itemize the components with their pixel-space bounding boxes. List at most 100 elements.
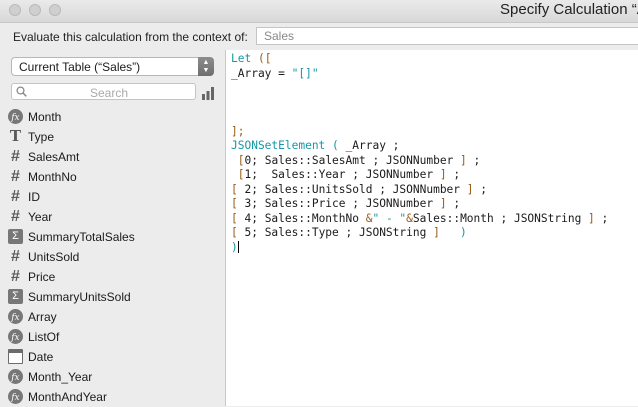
code-token: "[]" [291,66,319,80]
code-token: ]; [231,124,245,138]
code-token: ] [439,168,447,181]
field-list-item[interactable]: fx MonthAndYear [8,387,220,407]
code-token: [ [231,182,238,196]
code-token: Sales::Month ; JSONString [412,211,589,225]
zoom-window-button[interactable] [49,4,61,16]
field-list-item[interactable]: fx Month_Year [8,367,220,387]
code-line: _Array = "[]" [231,67,608,82]
field-name: Price [28,270,56,284]
field-list-item[interactable]: # Year [8,207,220,227]
code-token: ] [433,226,440,239]
code-line: Let ([ [231,52,608,67]
code-token: [ [231,211,238,225]
code-token: ] [466,182,474,196]
svg-text:fx: fx [10,333,19,343]
search-input[interactable] [32,85,186,100]
field-name: SummaryTotalSales [28,230,135,244]
code-token: " - " [372,211,407,225]
search-icon [16,86,27,97]
field-list-item[interactable]: fx Array [8,307,220,327]
code-token: 1; Sales::Year ; JSONNumber [244,168,440,181]
number-field-icon: # [11,208,20,225]
code-token: ; [473,182,487,196]
window-title: Specify Calculation “Ar [500,1,638,18]
field-list-item[interactable]: fx ListOf [8,327,220,347]
svg-text:fx: fx [10,313,19,323]
field-name: Date [28,350,54,364]
code-token: 0; Sales::SalesAmt ; JSONNumber [244,153,461,167]
field-list-item[interactable]: # SalesAmt [8,147,220,167]
chevron-updown-icon: ▲ ▼ [198,57,214,76]
table-select-value: Current Table (“Sales”) [19,60,141,74]
field-list-item[interactable]: # MonthNo [8,167,220,187]
field-name: Month [28,110,62,124]
code-token: ] [460,153,467,167]
code-line: [ 3; Sales::Price ; JSONNumber ] ; [231,197,608,212]
field-list-item[interactable]: Σ SummaryTotalSales [8,227,220,247]
code-token: [ [231,197,238,210]
search-field[interactable] [11,83,196,100]
code-token: _Array ; [345,139,400,152]
summary-icon: Σ [8,289,23,304]
number-field-icon: # [11,248,20,265]
code-token: ([ [257,52,272,65]
code-token: 3; Sales::Price ; JSONNumber [237,197,440,210]
calculation-icon: fx [8,369,23,384]
field-list: fx Month T Type # SalesAmt # MonthNo # ID # Year Σ Su… [8,107,220,407]
calculation-icon: fx [8,389,23,404]
field-name: MonthNo [28,170,77,184]
field-list-item[interactable]: # Price [8,267,220,287]
text-field-icon: T [9,127,22,145]
field-name: ListOf [28,330,60,344]
field-list-item[interactable]: Σ SummaryUnitsSold [8,287,220,307]
close-window-button[interactable] [9,4,21,16]
summary-icon: Σ [8,229,23,244]
code-line: JSONSetElement ( _Array ; [231,139,608,154]
number-field-icon: # [11,148,20,165]
code-token: ; [446,197,461,210]
field-name: Type [28,130,55,144]
field-list-item[interactable]: # ID [8,187,220,207]
context-field[interactable]: Sales [256,27,638,45]
svg-text:fx: fx [10,393,19,403]
field-list-item[interactable]: Date [8,347,220,367]
code-token: ) [231,240,238,254]
code-token: 5; Sales::Type ; JSONString [237,226,434,239]
field-name: Year [28,210,53,224]
code-line: ) [231,240,608,256]
calculation-icon: fx [8,109,23,124]
code-token: ] [588,211,595,225]
table-select[interactable]: Current Table (“Sales”) ▲ ▼ [11,57,214,76]
field-name: MonthAndYear [28,390,107,404]
code-token: & [406,211,413,225]
field-list-item[interactable]: T Type [8,127,220,147]
field-name: SalesAmt [28,150,80,164]
field-name: Array [28,310,57,324]
field-list-item[interactable]: fx Month [8,107,220,127]
code-line: [ 4; Sales::MonthNo &" - "&Sales::Month … [231,212,608,227]
field-list-item[interactable]: # UnitsSold [8,247,220,267]
calculation-editor[interactable]: Let ([_Array = "[]"]; JSONSetElement ( _A… [226,50,638,406]
field-name: SummaryUnitsSold [28,290,131,304]
code-token: [ [231,226,238,239]
code-token: _Array = [231,66,292,80]
code-line: ]; [231,125,608,140]
chart-icon[interactable] [201,86,215,100]
calculation-icon: fx [8,329,23,344]
number-field-icon: # [11,168,20,185]
code-token: ) [460,226,467,239]
code-line: [1; Sales::Year ; JSONNumber ] ; [231,168,608,183]
number-field-icon: # [11,268,20,285]
minimize-window-button[interactable] [29,4,41,16]
code-token: ; [446,168,461,181]
code-token: 2; Sales::UnitsSold ; JSONNumber [237,182,467,196]
field-name: ID [28,190,40,204]
calculation-code: Let ([_Array = "[]"]; JSONSetElement ( _A… [231,52,608,255]
code-line: [ 5; Sales::Type ; JSONString ] ) [231,226,608,241]
